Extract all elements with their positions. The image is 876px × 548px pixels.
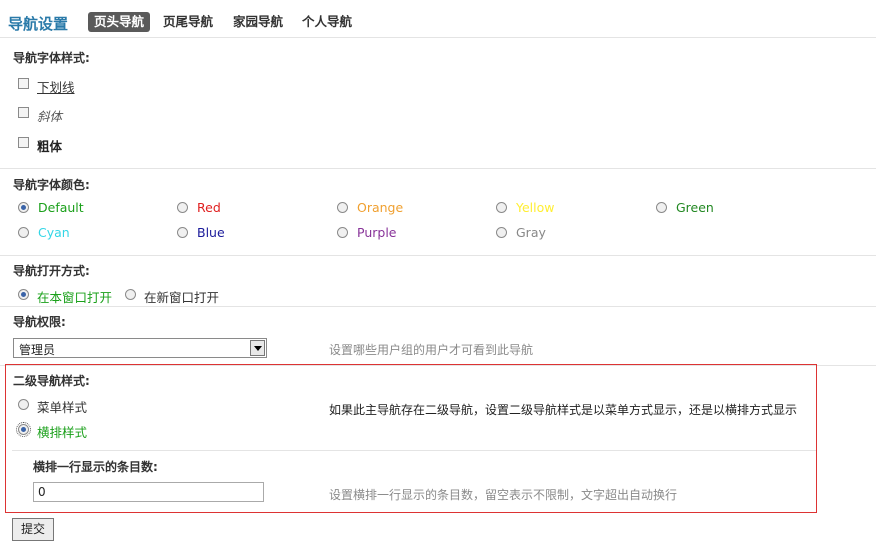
divider	[0, 168, 876, 169]
horizontal-style-label: 横排样式	[37, 425, 88, 440]
open-same-window-label: 在本窗口打开	[37, 290, 113, 305]
font-style-label: 导航字体样式:	[13, 51, 90, 65]
font-color-label: 导航字体颜色:	[13, 178, 90, 192]
divider	[0, 306, 876, 307]
bold-label: 粗体	[37, 139, 63, 154]
chevron-down-icon[interactable]	[250, 340, 265, 356]
color-default-radio[interactable]	[18, 202, 29, 213]
submenu-style-label: 二级导航样式:	[13, 374, 90, 388]
divider	[0, 37, 876, 38]
color-orange-label: Orange	[357, 200, 404, 215]
permission-help: 设置哪些用户组的用户才可看到此导航	[329, 343, 534, 357]
color-purple-label: Purple	[357, 225, 397, 240]
color-orange-radio[interactable]	[337, 202, 348, 213]
tab-footer-nav[interactable]: 页尾导航	[157, 12, 219, 32]
open-same-window-radio[interactable]	[18, 289, 29, 300]
color-red-radio[interactable]	[177, 202, 188, 213]
tab-personal-nav[interactable]: 个人导航	[296, 12, 358, 32]
permission-label: 导航权限:	[13, 315, 66, 329]
color-green-radio[interactable]	[656, 202, 667, 213]
color-cyan-label: Cyan	[38, 225, 70, 240]
divider	[0, 255, 876, 256]
row-items-label: 横排一行显示的条目数:	[33, 460, 158, 474]
underline-label: 下划线	[37, 80, 75, 95]
underline-checkbox[interactable]	[18, 78, 29, 89]
bold-checkbox[interactable]	[18, 137, 29, 148]
menu-style-label: 菜单样式	[37, 400, 88, 415]
color-blue-label: Blue	[197, 225, 225, 240]
color-blue-radio[interactable]	[177, 227, 188, 238]
open-mode-label: 导航打开方式:	[13, 264, 90, 278]
open-new-window-radio[interactable]	[125, 289, 136, 300]
color-yellow-radio[interactable]	[496, 202, 507, 213]
page-title: 导航设置	[8, 15, 69, 33]
submit-button[interactable]: 提交	[12, 518, 54, 541]
divider	[12, 450, 816, 451]
color-green-label: Green	[676, 200, 714, 215]
row-items-input[interactable]: 0	[33, 482, 264, 502]
row-items-help: 设置横排一行显示的条目数，留空表示不限制，文字超出自动换行	[329, 488, 678, 502]
horizontal-style-radio[interactable]	[16, 422, 31, 437]
color-default-label: Default	[38, 200, 84, 215]
italic-label: 斜体	[37, 109, 63, 124]
row-items-value: 0	[38, 485, 46, 499]
color-gray-label: Gray	[516, 225, 546, 240]
color-yellow-label: Yellow	[516, 200, 555, 215]
color-purple-radio[interactable]	[337, 227, 348, 238]
color-gray-radio[interactable]	[496, 227, 507, 238]
submenu-style-help: 如果此主导航存在二级导航，设置二级导航样式是以菜单方式显示，还是以横排方式显示	[329, 403, 798, 417]
italic-checkbox[interactable]	[18, 107, 29, 118]
color-cyan-radio[interactable]	[18, 227, 29, 238]
tab-header-nav[interactable]: 页头导航	[88, 12, 151, 32]
color-red-label: Red	[197, 200, 221, 215]
permission-select-value: 管理员	[19, 343, 56, 357]
tab-home-nav[interactable]: 家园导航	[227, 12, 289, 32]
open-new-window-label: 在新窗口打开	[144, 290, 220, 305]
menu-style-radio[interactable]	[18, 399, 29, 410]
permission-select[interactable]: 管理员	[13, 338, 267, 358]
